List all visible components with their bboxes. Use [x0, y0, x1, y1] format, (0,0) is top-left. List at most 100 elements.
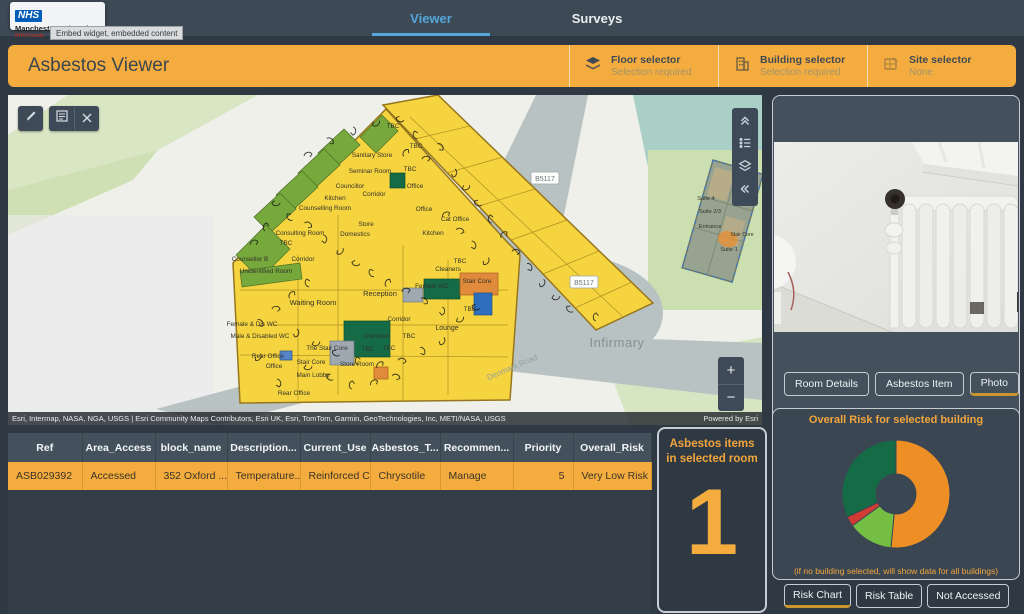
asbestos-count-value: 1: [659, 475, 765, 569]
tab-risk-chart[interactable]: Risk Chart: [784, 584, 851, 608]
cell-asbestos-type[interactable]: Chrysotile: [370, 462, 440, 490]
room-label: Sanitary Store: [352, 152, 393, 159]
svg-text:B5117: B5117: [574, 280, 594, 287]
tab-photo[interactable]: Photo: [970, 372, 1019, 396]
asbestos-count-title: Asbestos items in selected room: [659, 437, 765, 467]
room-label: Office: [266, 363, 283, 370]
room-label: Suite 2/3: [699, 209, 721, 215]
room-label: Corridor: [387, 316, 411, 323]
room-label: TBC: [387, 123, 400, 130]
table-row-selected[interactable]: ASB029392 Accessed 352 Oxford ... Temper…: [8, 462, 651, 490]
donut-slice-orange[interactable]: [891, 440, 950, 548]
road-badge-2: B5117: [570, 276, 598, 288]
site-map-icon: [882, 55, 900, 78]
layers-button[interactable]: [734, 157, 756, 180]
room-label: Seminar Room: [349, 168, 392, 175]
room-label: Councillor: [336, 183, 365, 190]
tab-viewer[interactable]: Viewer: [372, 0, 490, 36]
asbestos-table-panel: Ref Area_Access block_name Description..…: [8, 433, 651, 614]
cell-area-access[interactable]: Accessed: [82, 462, 155, 490]
cell-block-name[interactable]: 352 Oxford ...: [155, 462, 227, 490]
cell-recommendation[interactable]: Manage: [440, 462, 513, 490]
app-header: Asbestos Viewer Floor selector Selection…: [8, 45, 1016, 87]
room-label: Consulting Room: [275, 230, 324, 237]
building-selector[interactable]: Building selector Selection required: [718, 45, 867, 87]
pencil-icon: [24, 109, 38, 128]
expand-up-button[interactable]: [734, 111, 756, 134]
col-ref[interactable]: Ref: [8, 433, 82, 462]
legend-button[interactable]: [734, 134, 756, 157]
col-priority[interactable]: Priority: [513, 433, 573, 462]
room-label: Domestics: [340, 231, 370, 238]
tab-asbestos-item[interactable]: Asbestos Item: [875, 372, 964, 396]
room-label: Suite 1: [720, 247, 737, 253]
layers-icon: [584, 55, 602, 78]
room-label: TBC: [404, 166, 417, 173]
col-description[interactable]: Description...: [227, 433, 300, 462]
collapse-dock-button[interactable]: [734, 180, 756, 203]
room-label: TBC: [410, 143, 423, 150]
room-label: Waiting Room: [290, 298, 337, 307]
detail-tab-strip: Room Details Asbestos Item Photo: [784, 372, 1019, 396]
chevrons-up-icon: [737, 112, 753, 133]
zoom-in-button[interactable]: +: [718, 357, 744, 385]
cell-ref[interactable]: ASB029392: [8, 462, 82, 490]
widget-button[interactable]: [49, 106, 74, 131]
draw-tool-button[interactable]: [18, 106, 43, 131]
room-label: Female & Dis WC: [227, 321, 278, 328]
room-label: Office: [416, 206, 433, 213]
room-label: TBC: [464, 306, 477, 313]
road-badge-1: B5117: [531, 172, 559, 184]
room-label: Store Room: [340, 361, 374, 368]
overall-risk-donut-chart[interactable]: [773, 426, 1019, 558]
room-label: TBC: [362, 346, 375, 353]
col-asbestos-type[interactable]: Asbestos_T...: [370, 433, 440, 462]
map-view[interactable]: TBC TBC Sanitary Store Seminar Room TBC Counc…: [8, 95, 762, 425]
room-label: Reception: [363, 289, 397, 298]
room-label: Counsellor B: [232, 256, 269, 263]
room-label: Male & Disabled WC: [231, 333, 290, 340]
room-label: Corridor: [362, 191, 386, 198]
tab-room-details[interactable]: Room Details: [784, 372, 869, 396]
zoom-out-button[interactable]: −: [718, 385, 744, 412]
risk-tab-strip: Risk Chart Risk Table Not Accessed: [784, 584, 1009, 608]
col-area-access[interactable]: Area_Access: [82, 433, 155, 462]
asbestos-item-photo: [774, 142, 1018, 332]
cell-overall-risk[interactable]: Very Low Risk: [573, 462, 651, 490]
selector-label: Floor selector: [611, 54, 692, 66]
cell-description[interactable]: Temperature...: [227, 462, 300, 490]
legend-list-icon: [737, 135, 753, 156]
tab-risk-table[interactable]: Risk Table: [856, 584, 922, 608]
asbestos-count-panel: Asbestos items in selected room 1: [657, 427, 767, 613]
room-label: TBC: [383, 345, 396, 352]
room-label: Unidentified Room: [240, 268, 293, 275]
cell-priority[interactable]: 5: [513, 462, 573, 490]
col-overall-risk[interactable]: Overall_Risk: [573, 433, 651, 462]
selector-label: Site selector: [909, 54, 971, 66]
map-edit-toolbar: [18, 106, 99, 131]
room-label: Female WC: [415, 283, 449, 290]
donut-slice-dark-green[interactable]: [842, 440, 896, 517]
col-current-use[interactable]: Current_Use: [300, 433, 370, 462]
svg-text:B5117: B5117: [535, 176, 555, 183]
room-label: Rear Office: [278, 390, 311, 397]
col-recommendation[interactable]: Recommen...: [440, 433, 513, 462]
chevrons-left-icon: [737, 181, 753, 202]
room-label: Suite 4: [697, 196, 714, 202]
col-block-name[interactable]: block_name: [155, 433, 227, 462]
site-selector[interactable]: Site selector None: [867, 45, 1016, 87]
map-widget-dock: [732, 108, 758, 206]
close-tool-button[interactable]: [74, 106, 99, 131]
infirmary-label: Infirmary: [589, 335, 644, 350]
tab-not-accessed[interactable]: Not Accessed: [927, 584, 1009, 608]
tab-surveys[interactable]: Surveys: [538, 0, 656, 36]
layers-icon: [737, 158, 753, 179]
asbestos-table: Ref Area_Access block_name Description..…: [8, 433, 652, 490]
powered-by-esri: Powered by Esri: [703, 412, 758, 425]
form-widget-icon: [55, 109, 69, 128]
cell-current-use[interactable]: Reinforced C...: [300, 462, 370, 490]
selector-value: Selection required: [760, 67, 845, 78]
room-label: Stair Core: [297, 359, 326, 366]
room-label: Cat Office: [441, 216, 470, 223]
floor-selector[interactable]: Floor selector Selection required: [569, 45, 718, 87]
